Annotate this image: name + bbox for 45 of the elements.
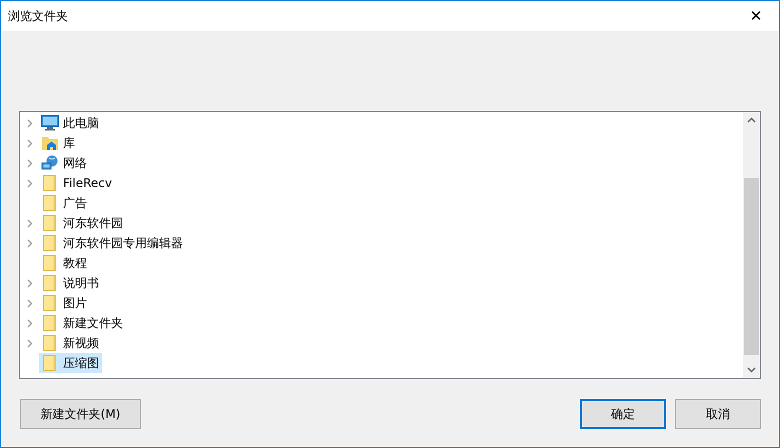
tree-item[interactable]: 此电脑 (39, 113, 102, 133)
folder-icon (43, 215, 57, 231)
window-title: 浏览文件夹 (8, 8, 68, 25)
expand-chevron-icon[interactable] (26, 118, 32, 128)
expand-chevron-icon[interactable] (26, 238, 32, 248)
dialog-button[interactable]: 确定 (580, 399, 666, 429)
folder-icon (43, 275, 57, 291)
tree-item[interactable]: 图片 (39, 293, 90, 313)
tree-item[interactable]: 压缩图 (39, 353, 102, 373)
tree-item[interactable]: 库 (39, 133, 78, 153)
folder-icon (43, 335, 57, 351)
tree-item[interactable]: 说明书 (39, 273, 102, 293)
scroll-thumb[interactable] (744, 178, 759, 355)
dialog-button[interactable]: 取消 (675, 399, 761, 429)
expand-chevron-icon[interactable] (26, 338, 32, 348)
folder-icon (43, 195, 57, 211)
expand-chevron-icon[interactable] (26, 298, 32, 308)
tree-item[interactable]: 新建文件夹 (39, 313, 126, 333)
close-button[interactable]: ✕ (733, 1, 779, 31)
tree-item[interactable]: 广告 (39, 193, 90, 213)
expand-chevron-icon[interactable] (26, 158, 32, 168)
expand-chevron-icon[interactable] (26, 178, 32, 188)
tree-item[interactable]: 新视频 (39, 333, 102, 353)
scroll-up-icon[interactable] (747, 117, 756, 123)
expand-chevron-icon[interactable] (26, 138, 32, 148)
tree-item[interactable]: 河东软件园 (39, 213, 126, 233)
expand-chevron-icon[interactable] (26, 318, 32, 328)
folder-icon (43, 355, 57, 371)
tree-item[interactable]: 河东软件园专用编辑器 (39, 233, 186, 253)
expand-chevron-icon[interactable] (26, 218, 32, 228)
tree-item[interactable]: 网络 (39, 153, 90, 173)
folder-icon (43, 255, 57, 271)
folder-icon (43, 315, 57, 331)
monitor-icon (41, 115, 59, 131)
folder-icon (43, 235, 57, 251)
tree-item[interactable]: 教程 (39, 253, 90, 273)
folder-icon (43, 295, 57, 311)
tree-item[interactable]: FileRecv (39, 173, 115, 193)
library-folder-icon (41, 135, 59, 151)
dialog-button[interactable]: 新建文件夹(M) (20, 399, 141, 429)
scrollbar[interactable] (743, 112, 760, 378)
expand-chevron-icon[interactable] (26, 278, 32, 288)
folder-icon (43, 175, 57, 191)
scroll-down-icon[interactable] (747, 367, 756, 373)
network-globe-icon (41, 155, 59, 171)
